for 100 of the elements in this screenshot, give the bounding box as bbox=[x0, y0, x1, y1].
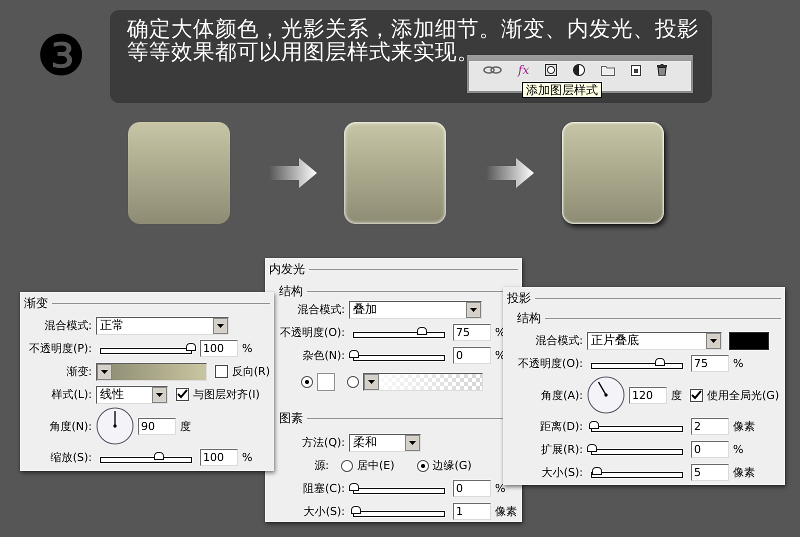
unit-label: % bbox=[733, 443, 744, 456]
field-label: 混合模式: bbox=[296, 302, 345, 317]
value-field[interactable]: 100 bbox=[200, 449, 238, 466]
field-label: 不透明度(P): bbox=[28, 341, 92, 356]
slider-thumb[interactable] bbox=[588, 420, 599, 428]
caret-icon bbox=[706, 332, 721, 348]
field-label: 角度(N): bbox=[48, 418, 92, 434]
field-label: 混合模式: bbox=[43, 318, 92, 333]
caption-text: 确定大体颜色，光影关系，添加细节。渐变、内发光、投影等等效果都可以用图层样式来实现。 bbox=[127, 18, 700, 64]
checkbox[interactable] bbox=[690, 388, 703, 402]
checkbox-label: 使用全局光(G) bbox=[707, 388, 780, 402]
unit-label: % bbox=[242, 342, 252, 355]
radio-button[interactable] bbox=[347, 376, 359, 388]
arrow-icon bbox=[486, 158, 534, 188]
unit-label: 像素 bbox=[733, 465, 755, 480]
arrow-icon bbox=[269, 158, 317, 188]
unit-label: 像素 bbox=[495, 504, 517, 519]
folder-icon bbox=[601, 64, 616, 76]
unit-label: 度 bbox=[180, 418, 191, 434]
panel-title: 内发光 bbox=[269, 260, 305, 278]
slider-thumb[interactable] bbox=[349, 482, 359, 490]
slider-thumb[interactable] bbox=[349, 350, 359, 358]
caret-icon bbox=[152, 386, 167, 402]
unit-label: % bbox=[495, 482, 506, 495]
gradient-picker[interactable] bbox=[96, 362, 207, 380]
mask-icon bbox=[545, 64, 558, 76]
field-label: 混合模式: bbox=[534, 333, 583, 348]
field-label: 大小(S): bbox=[302, 504, 345, 519]
checkbox[interactable] bbox=[176, 388, 189, 401]
slider-thumb[interactable] bbox=[587, 444, 597, 452]
angle-dial[interactable] bbox=[587, 376, 625, 414]
radio-label: 居中(E) bbox=[357, 458, 395, 473]
slider-thumb[interactable] bbox=[350, 506, 361, 514]
checkbox-label: 与图层对齐(I) bbox=[193, 387, 260, 402]
unit-label: % bbox=[733, 357, 744, 370]
caret-icon bbox=[213, 318, 228, 334]
step-number: ❸ bbox=[36, 26, 86, 86]
slider-thumb[interactable] bbox=[592, 466, 602, 474]
color-swatch[interactable] bbox=[317, 373, 335, 391]
half-circle-icon bbox=[573, 64, 586, 76]
checkbox-label: 反向(R) bbox=[232, 364, 270, 379]
dropdown[interactable]: 正常 bbox=[96, 316, 229, 334]
value-field[interactable]: 2 bbox=[691, 418, 729, 435]
field-label: 缩放(S): bbox=[50, 450, 92, 465]
fx-icon[interactable]: fx bbox=[518, 64, 530, 76]
value-field[interactable]: 0 bbox=[691, 441, 729, 458]
caret-icon bbox=[97, 364, 112, 380]
field-label: 不透明度(O): bbox=[517, 356, 583, 371]
new-layer-icon bbox=[631, 64, 642, 76]
angle-dial[interactable] bbox=[96, 407, 134, 445]
dropdown[interactable]: 叠加 bbox=[349, 300, 482, 318]
panel-title: 渐变 bbox=[24, 294, 48, 312]
unit-label: 像素 bbox=[733, 419, 755, 434]
field-label: 角度(A): bbox=[540, 388, 583, 402]
color-swatch[interactable] bbox=[729, 332, 769, 350]
tooltip: 添加图层样式 bbox=[522, 82, 602, 98]
field-label: 阻塞(C): bbox=[302, 481, 345, 496]
section-title: 结构 bbox=[517, 310, 541, 326]
section-title: 图素 bbox=[279, 410, 303, 426]
slider-thumb[interactable] bbox=[154, 452, 164, 460]
field-label: 大小(S): bbox=[540, 465, 583, 480]
dropdown[interactable]: 柔和 bbox=[349, 434, 421, 452]
field-label: 距离(D): bbox=[539, 419, 583, 434]
value-field[interactable]: 120 bbox=[629, 386, 667, 404]
section-title: 结构 bbox=[279, 282, 303, 300]
slider-thumb[interactable] bbox=[186, 342, 196, 350]
value-field[interactable]: 0 bbox=[453, 347, 491, 364]
value-field[interactable]: 100 bbox=[200, 340, 238, 357]
field-label: 样式(L): bbox=[50, 387, 92, 402]
unit-label: % bbox=[242, 451, 252, 464]
value-field[interactable]: 1 bbox=[453, 503, 491, 520]
trash-icon bbox=[657, 64, 668, 76]
field-label: 源: bbox=[313, 458, 329, 473]
checkbox[interactable] bbox=[214, 365, 228, 378]
caret-icon bbox=[364, 374, 379, 390]
caret-icon bbox=[405, 434, 420, 450]
field-label: 渐变: bbox=[65, 364, 92, 379]
dropdown[interactable]: 线性 bbox=[96, 386, 168, 404]
radio-button[interactable] bbox=[301, 376, 313, 388]
caret-icon bbox=[466, 302, 481, 318]
radio-button[interactable] bbox=[341, 460, 353, 472]
value-field[interactable]: 0 bbox=[453, 480, 491, 497]
panel-title: 投影 bbox=[507, 290, 531, 306]
slider-thumb[interactable] bbox=[654, 358, 664, 366]
unit-label: 度 bbox=[671, 388, 682, 402]
radio-button[interactable] bbox=[416, 460, 429, 472]
check-icon bbox=[176, 388, 189, 400]
value-field[interactable]: 90 bbox=[138, 418, 176, 434]
value-field[interactable]: 5 bbox=[691, 464, 729, 481]
radio-label: 边缘(G) bbox=[432, 458, 472, 473]
field-label: 扩展(R): bbox=[540, 442, 583, 457]
slider-thumb[interactable] bbox=[416, 326, 426, 334]
check-icon bbox=[690, 388, 703, 400]
gradient-picker[interactable] bbox=[363, 373, 483, 391]
field-label: 不透明度(O): bbox=[279, 325, 345, 340]
dropdown[interactable]: 正片叠底 bbox=[587, 332, 722, 350]
field-label: 方法(Q): bbox=[301, 435, 345, 450]
value-field[interactable]: 75 bbox=[691, 355, 729, 372]
value-field[interactable]: 75 bbox=[453, 324, 491, 341]
field-label: 杂色(N): bbox=[301, 348, 345, 363]
